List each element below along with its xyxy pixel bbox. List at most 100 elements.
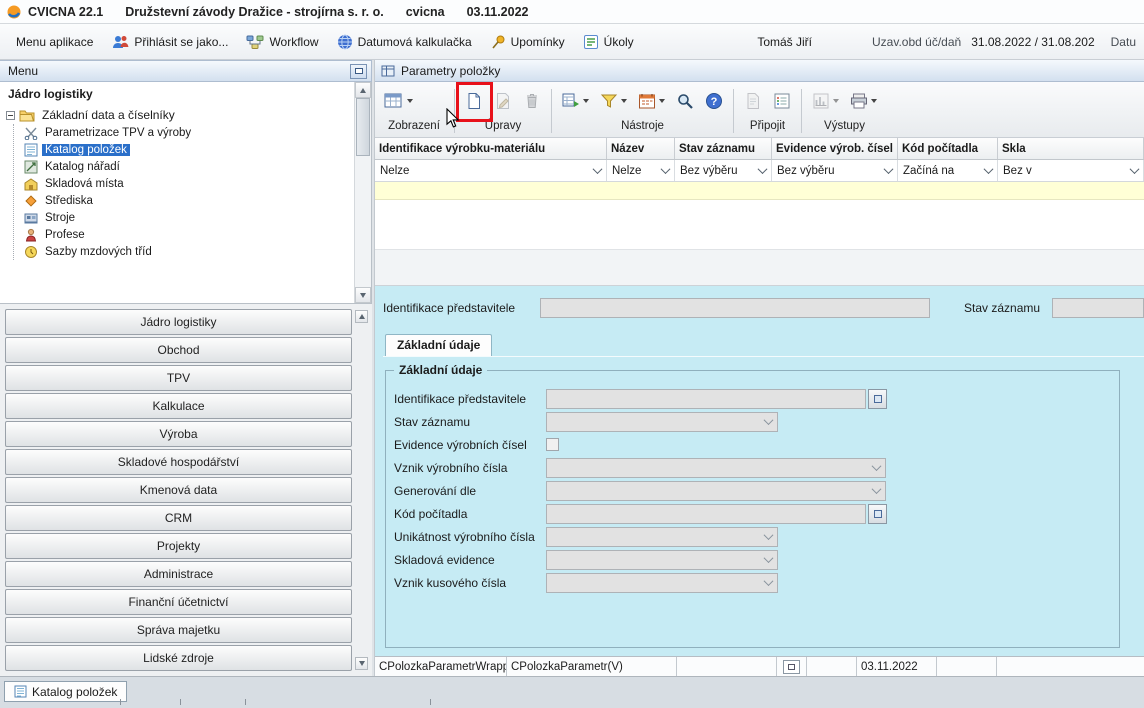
menu-aplikace-button[interactable]: Menu aplikace <box>8 30 101 54</box>
workflow-icon <box>246 34 264 50</box>
window-title: Parametry položky <box>401 64 500 78</box>
filter-sklad[interactable]: Bez v <box>998 160 1144 181</box>
grid-body-empty[interactable] <box>375 200 1144 250</box>
view-button[interactable] <box>381 89 416 113</box>
tasks-button[interactable]: Úkoly <box>575 29 642 55</box>
ruler-tick <box>430 699 431 705</box>
accordion-administrace[interactable]: Administrace <box>5 561 352 587</box>
accordion-vyroba[interactable]: Výroba <box>5 421 352 447</box>
print-button[interactable] <box>847 89 880 113</box>
help-icon: ? <box>705 92 723 110</box>
filter-identifikace[interactable]: Nelze <box>375 160 607 181</box>
column-header-evidence-vyrob-cisel[interactable]: Evidence výrob. čísel <box>772 138 898 159</box>
tree-item-stroje[interactable]: Stroje <box>24 209 354 226</box>
tree-item-skladova-mista[interactable]: Skladová místa <box>24 175 354 192</box>
closed-period-value: 31.08.2022 / 31.08.202 <box>971 35 1094 49</box>
window-header: Parametry položky <box>375 60 1144 82</box>
filter-nazev[interactable]: Nelze <box>607 160 675 181</box>
trailing-cropped-text: Datu <box>1111 35 1136 49</box>
new-record-button[interactable] <box>462 89 486 113</box>
accordion-scroll-down-icon[interactable] <box>355 657 368 670</box>
accordion-projekty[interactable]: Projekty <box>5 533 352 559</box>
attach-document-button[interactable] <box>741 89 765 113</box>
scrollbar-thumb[interactable] <box>356 98 370 156</box>
date-calculator-button[interactable]: Datumová kalkulačka <box>329 29 480 55</box>
accordion-kmenova-data[interactable]: Kmenová data <box>5 477 352 503</box>
accordion-tpv[interactable]: TPV <box>5 365 352 391</box>
toolbar-group-pripojit: Připojit <box>739 85 796 137</box>
accordion-jadro-logistiky[interactable]: Jádro logistiky <box>5 309 352 335</box>
column-header-kod-pocitadla[interactable]: Kód počítadla <box>898 138 998 159</box>
filter-kod-pocitadla[interactable]: Začíná na <box>898 160 998 181</box>
tree-item-profese[interactable]: Profese <box>24 226 354 243</box>
login-as-button[interactable]: Přihlásit se jako... <box>103 29 236 55</box>
form-row: Identifikace představitele <box>394 387 1119 410</box>
form-row: Vznik výrobního čísla <box>394 456 1119 479</box>
tree-root-zakladni-data[interactable]: Základní data a číselníky <box>4 106 354 124</box>
help-button[interactable]: ? <box>702 89 726 113</box>
menu-panel-title: Menu <box>8 64 38 78</box>
field-label: Identifikace představitele <box>383 301 540 315</box>
accordion-crm[interactable]: CRM <box>5 505 352 531</box>
tree-item-strediska[interactable]: Střediska <box>24 192 354 209</box>
tree-item-parametrizace-tpv[interactable]: Parametrizace TPV a výroby <box>24 124 354 141</box>
toolbar-group-vystupy: Výstupy <box>807 85 882 137</box>
column-header-nazev[interactable]: Název <box>607 138 675 159</box>
accordion-obchod[interactable]: Obchod <box>5 337 352 363</box>
date-filter-button[interactable] <box>635 89 668 113</box>
tree-item-katalog-naradi[interactable]: Katalog nářadí <box>24 158 354 175</box>
login-name: cvicna <box>406 5 445 19</box>
toolbar-group-upravy: Úpravy <box>460 85 546 137</box>
accordion-financni-ucetnictvi[interactable]: Finanční účetnictví <box>5 589 352 615</box>
view-table-icon <box>384 92 404 110</box>
column-header-identifikace[interactable]: Identifikace výrobku-materiálu <box>375 138 607 159</box>
lookup-button[interactable] <box>868 389 887 409</box>
accordion-lidske-zdroje[interactable]: Lidské zdroje <box>5 645 352 671</box>
accordion-skladove-hospodarstvi[interactable]: Skladové hospodářství <box>5 449 352 475</box>
machine-icon <box>24 211 38 225</box>
workflow-button[interactable]: Workflow <box>238 29 326 55</box>
tab-zakladni-udaje[interactable]: Základní údaje <box>385 334 492 356</box>
accordion-kalkulace[interactable]: Kalkulace <box>5 393 352 419</box>
column-header-stav-zaznamu[interactable]: Stav záznamu <box>675 138 772 159</box>
export-button[interactable] <box>809 89 842 113</box>
filter-stav-zaznamu[interactable]: Bez výběru <box>675 160 772 181</box>
chevron-down-icon <box>758 164 768 174</box>
search-button[interactable] <box>673 89 697 113</box>
tree-root-label: Základní data a číselníky <box>39 108 178 122</box>
chevron-down-icon <box>884 164 894 174</box>
filter-button[interactable] <box>597 89 630 113</box>
chevron-down-icon <box>593 164 603 174</box>
collapse-menu-button[interactable] <box>350 64 367 79</box>
scroll-down-icon[interactable] <box>355 287 371 303</box>
reminders-button[interactable]: Upomínky <box>482 29 573 55</box>
tree-item-sazby-mzdovych-trid[interactable]: Sazby mzdových tříd <box>24 243 354 260</box>
scroll-up-icon[interactable] <box>355 82 371 98</box>
filter-evidence-vyrob-cisel[interactable]: Bez výběru <box>772 160 898 181</box>
grid-footer-empty <box>375 250 1144 286</box>
menu-panel: Menu Jádro logistiky Základní data a čís… <box>0 60 372 676</box>
tree-scrollbar[interactable] <box>354 82 371 303</box>
tree-item-katalog-polozek[interactable]: Katalog položek <box>24 141 354 158</box>
grid-header: Identifikace výrobku-materiálu Název Sta… <box>375 138 1144 160</box>
lookup-button[interactable] <box>868 504 887 524</box>
ruler-tick <box>245 699 246 705</box>
chevron-down-icon <box>764 553 774 563</box>
accordion-scroll-up-icon[interactable] <box>355 310 368 323</box>
tree-children: Parametrizace TPV a výroby Katalog polož… <box>13 124 354 260</box>
collapse-node-icon[interactable] <box>6 111 15 120</box>
grid-new-row[interactable] <box>375 182 1144 200</box>
column-header-sklad[interactable]: Skla <box>998 138 1144 159</box>
accordion-sprava-majetku[interactable]: Správa majetku <box>5 617 352 643</box>
actions-button[interactable] <box>559 89 592 113</box>
edit-record-button[interactable] <box>491 89 515 113</box>
field-label: Stav záznamu <box>964 301 1052 315</box>
attach-list-button[interactable] <box>770 89 794 113</box>
bottom-tab-katalog-polozek[interactable]: Katalog položek <box>4 681 127 702</box>
delete-record-button[interactable] <box>520 89 544 113</box>
edit-record-icon <box>494 92 512 110</box>
stav-zaznamu-header-field <box>1052 298 1144 318</box>
detail-toggle-button[interactable] <box>783 660 800 674</box>
calendar-icon <box>638 92 656 110</box>
identifikace-predstavitele-header-field <box>540 298 930 318</box>
